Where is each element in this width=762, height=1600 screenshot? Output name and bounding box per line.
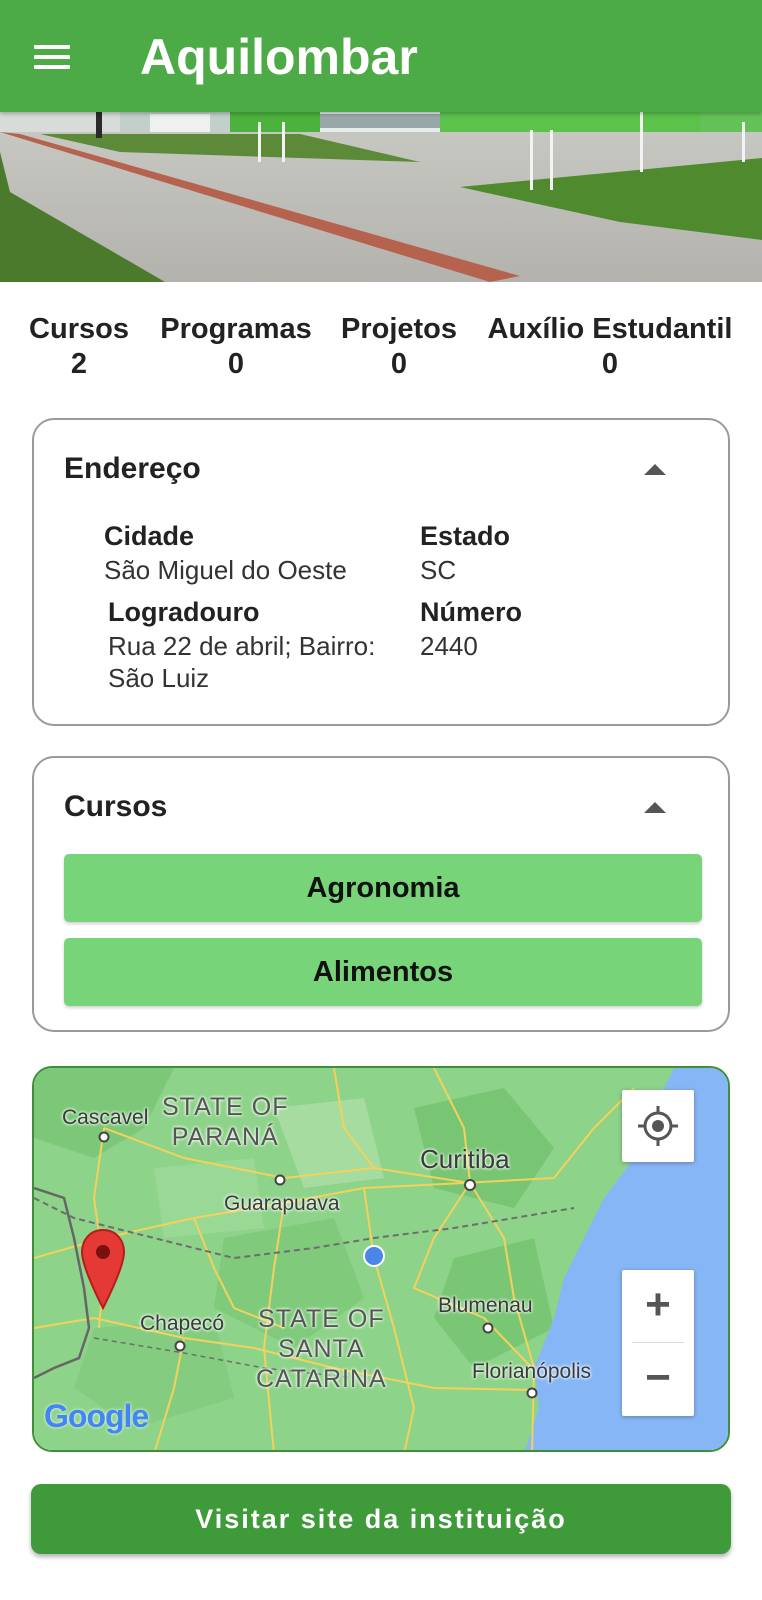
map-label-cascavel: Cascavel — [62, 1106, 149, 1129]
map-label-sc-line2: SANTA — [278, 1335, 365, 1363]
stat-count: 0 — [227, 348, 245, 380]
map-label-blumenau: Blumenau — [438, 1294, 533, 1317]
state-value: SC — [420, 555, 457, 585]
map-label-parana-line1: STATE OF — [162, 1093, 289, 1121]
campus-banner-image — [0, 112, 762, 282]
state-label: Estado — [420, 521, 511, 551]
map-label-parana: STATE OF PARANÁ — [162, 1092, 289, 1152]
app-bar: Aquilombar — [0, 0, 762, 112]
street-value-line1: Rua 22 de abril; Bairro: — [108, 631, 376, 661]
number-label: Número — [420, 597, 523, 627]
hamburger-menu-icon[interactable] — [34, 42, 72, 72]
address-title: Endereço — [64, 452, 201, 485]
stat-count: 2 — [70, 348, 88, 380]
zoom-in-button[interactable]: + — [622, 1270, 694, 1342]
course-button-agronomia[interactable]: Agronomia — [64, 854, 702, 922]
map-label-guarapuava: Guarapuava — [224, 1192, 340, 1215]
google-logo: Google — [44, 1398, 149, 1435]
stats-row: Cursos 2 Programas 0 Projetos 0 Auxílio … — [0, 312, 762, 382]
courses-title: Cursos — [64, 790, 168, 823]
google-logo-text: Google — [44, 1398, 149, 1434]
map-label-sc-line1: STATE OF — [258, 1305, 385, 1333]
app-title: Aquilombar — [140, 29, 418, 85]
stat-label: Cursos — [29, 313, 129, 345]
map-marker-pin-icon[interactable] — [80, 1228, 126, 1310]
city-label: Cidade — [104, 521, 195, 551]
crosshair-location-icon — [638, 1106, 678, 1146]
stat-cursos: Cursos 2 — [28, 312, 130, 382]
stat-label: Programas — [160, 313, 312, 345]
stat-count: 0 — [390, 348, 408, 380]
stat-programas: Programas 0 — [156, 312, 316, 382]
visit-institution-site-button[interactable]: Visitar site da instituição — [31, 1484, 731, 1554]
stat-label: Projetos — [340, 313, 458, 345]
map-label-florianopolis: Florianópolis — [472, 1360, 592, 1383]
collapse-caret-icon[interactable] — [644, 464, 666, 475]
number-value: 2440 — [420, 631, 478, 661]
stat-label: Auxílio Estudantil — [487, 313, 733, 345]
zoom-controls: + − — [622, 1270, 694, 1416]
courses-card: Cursos Agronomia Alimentos — [32, 756, 730, 1032]
my-location-button[interactable] — [622, 1090, 694, 1162]
collapse-caret-icon[interactable] — [644, 802, 666, 813]
city-value: São Miguel do Oeste — [104, 555, 347, 585]
course-button-alimentos[interactable]: Alimentos — [64, 938, 702, 1006]
street-value-line2: São Luiz — [108, 663, 210, 693]
map-label-curitiba: Curitiba — [420, 1144, 510, 1174]
street-label: Logradouro — [108, 597, 260, 627]
zoom-out-button[interactable]: − — [622, 1343, 694, 1415]
map-label-parana-line2: PARANÁ — [171, 1123, 279, 1151]
stat-count: 0 — [601, 348, 619, 380]
stat-projetos: Projetos 0 — [338, 312, 460, 382]
map-label-santa-catarina: STATE OF SANTA CATARINA — [256, 1304, 387, 1394]
address-card: Endereço Cidade São Miguel do Oeste Esta… — [32, 418, 730, 726]
map-label-chapeco: Chapecó — [140, 1312, 225, 1335]
stat-auxilio-estudantil: Auxílio Estudantil 0 — [484, 312, 736, 382]
map-view[interactable]: Cascavel STATE OF PARANÁ Curitiba Guarap… — [32, 1066, 730, 1452]
map-label-sc-line3: CATARINA — [256, 1365, 387, 1393]
